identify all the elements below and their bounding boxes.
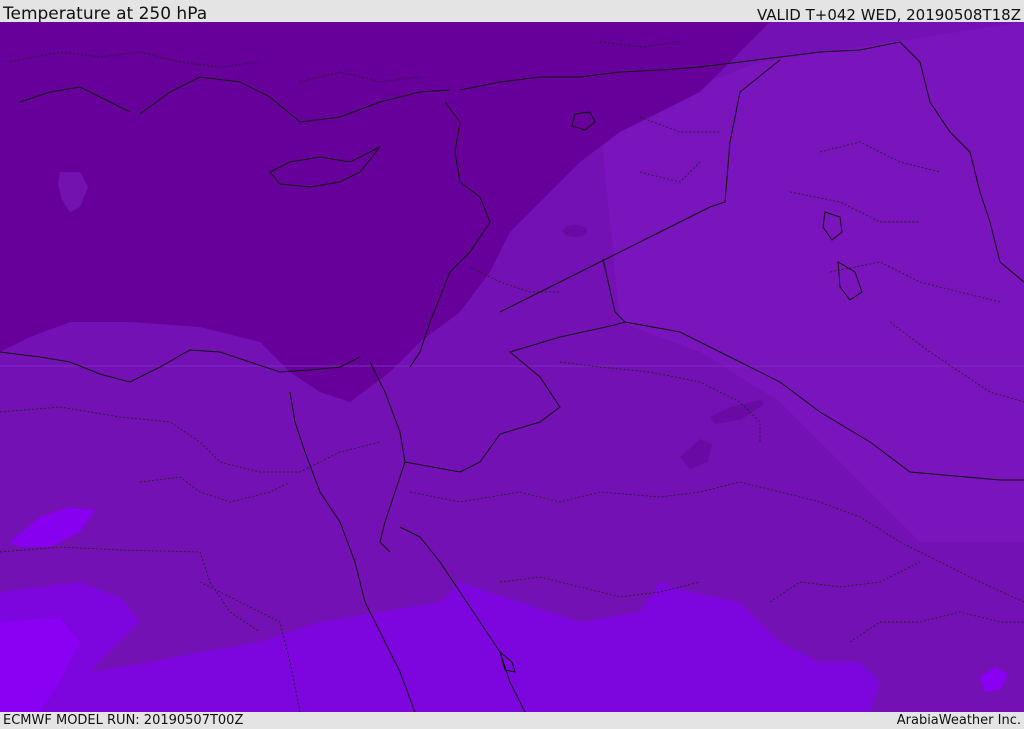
- field-cold-blob-1: [563, 225, 587, 237]
- model-run-label: ECMWF MODEL RUN: 20190507T00Z: [3, 713, 244, 728]
- forecast-map-frame: Temperature at 250 hPa VALID T+042 WED, …: [0, 0, 1024, 729]
- temperature-map: [0, 22, 1024, 712]
- footer-bar: ECMWF MODEL RUN: 20190507T00Z ArabiaWeat…: [0, 712, 1024, 729]
- header-bar: Temperature at 250 hPa VALID T+042 WED, …: [0, 0, 1024, 24]
- credit-label: ArabiaWeather Inc.: [896, 713, 1021, 728]
